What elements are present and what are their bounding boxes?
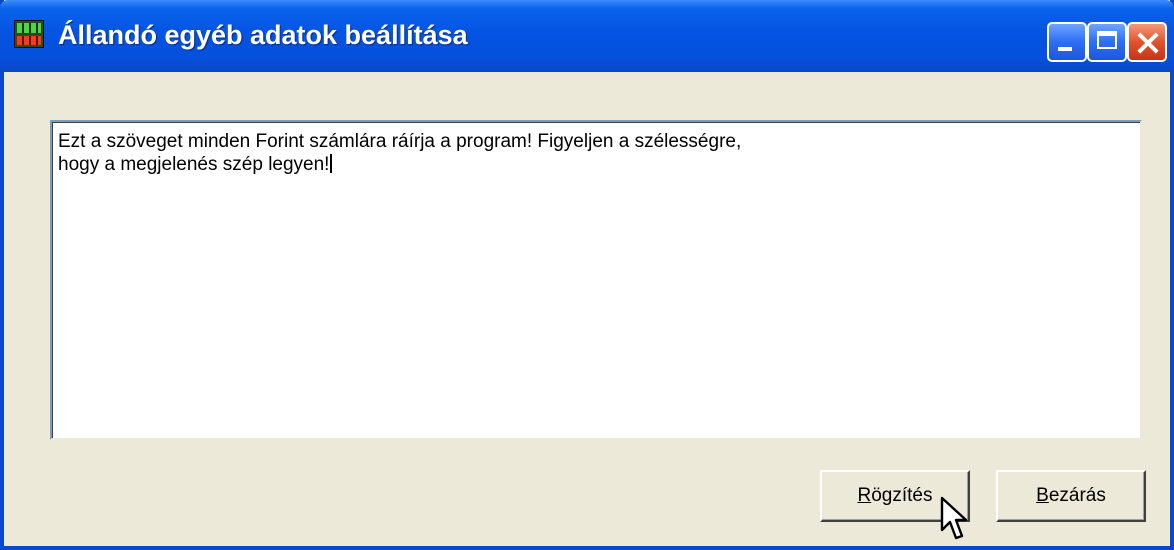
close-dialog-button[interactable]: Bezárás <box>996 470 1146 522</box>
close-label: ezárás <box>1048 485 1106 506</box>
dialog-window: Állandó egyéb adatok beállítása Ezt a sz… <box>0 0 1174 550</box>
minimize-button[interactable] <box>1047 22 1087 62</box>
memo-line-1: Ezt a szöveget minden Forint számlára rá… <box>58 131 742 152</box>
app-icon-top <box>17 23 41 33</box>
close-accelerator: B <box>1036 485 1049 506</box>
app-icon-bottom <box>17 36 41 45</box>
memo-line-2: hogy a megjelenés szép legyen! <box>58 154 330 175</box>
app-icon[interactable] <box>14 20 44 48</box>
title-bar[interactable]: Állandó egyéb adatok beállítása <box>0 0 1174 72</box>
save-label: ögzítés <box>871 485 933 506</box>
text-memo[interactable]: Ezt a szöveget minden Forint számlára rá… <box>50 120 1142 440</box>
save-accelerator: R <box>857 485 872 506</box>
memo-content: Ezt a szöveget minden Forint számlára rá… <box>58 130 1134 176</box>
close-button[interactable] <box>1127 22 1167 62</box>
window-title: Állandó egyéb adatok beállítása <box>58 20 468 50</box>
mouse-pointer-icon <box>940 496 968 540</box>
text-caret <box>330 154 333 173</box>
maximize-button[interactable] <box>1087 22 1127 62</box>
